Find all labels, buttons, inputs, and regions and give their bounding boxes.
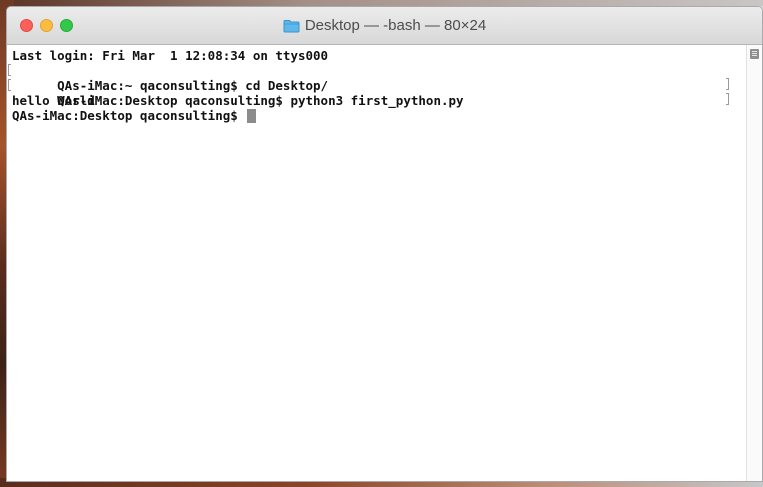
window-title-text: Desktop — -bash — 80×24 — [304, 17, 487, 34]
terminal-line: hello World — [12, 93, 747, 108]
terminal-line-text: Last login: Fri Mar 1 12:08:34 on ttys00… — [12, 48, 329, 63]
command-mark-start — [8, 64, 11, 76]
folder-icon — [283, 19, 300, 33]
terminal-prompt: QAs-iMac:Desktop qaconsulting$ — [12, 108, 246, 123]
text-cursor — [247, 109, 257, 123]
terminal-content[interactable]: Last login: Fri Mar 1 12:08:34 on ttys00… — [7, 45, 747, 481]
terminal-line-text: hello World — [12, 93, 95, 108]
scrollbar[interactable] — [746, 45, 762, 481]
window-title: Desktop — -bash — 80×24 — [7, 16, 762, 36]
terminal-line: Last login: Fri Mar 1 12:08:34 on ttys00… — [12, 48, 747, 63]
terminal-line: QAs-iMac:Desktop qaconsulting$ — [12, 108, 747, 123]
terminal-line: QAs-iMac:~ qaconsulting$ cd Desktop/ — [8, 63, 747, 93]
terminal-window: Desktop — -bash — 80×24 Last login: Fri … — [6, 6, 763, 482]
title-bar[interactable]: Desktop — -bash — 80×24 — [7, 7, 762, 45]
command-mark-start — [8, 79, 11, 91]
list-icon[interactable] — [750, 49, 759, 59]
terminal-line: QAs-iMac:Desktop qaconsulting$ python3 f… — [8, 78, 747, 108]
